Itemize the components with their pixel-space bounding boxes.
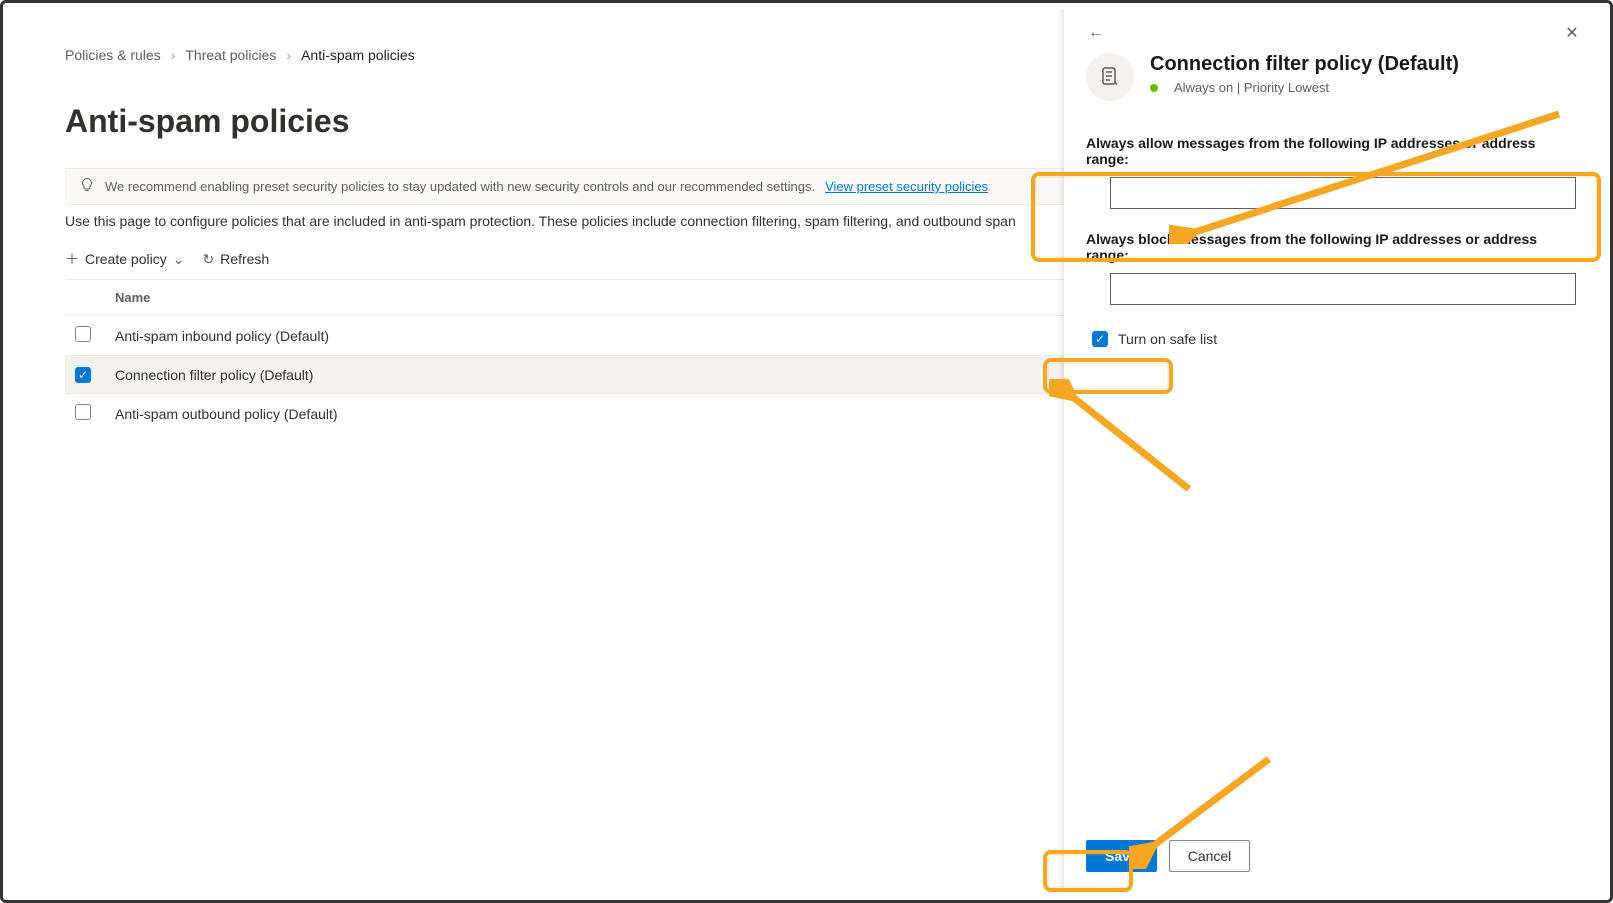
policy-name: Connection filter policy (Default) [115,367,1158,383]
create-policy-button[interactable]: ＋ Create policy ⌄ [65,249,184,269]
refresh-label: Refresh [220,251,269,267]
create-policy-label: Create policy [85,251,167,267]
flyout-subtitle: Always on | Priority Lowest [1150,80,1459,95]
refresh-icon: ↻ [202,251,214,268]
allow-list-label: Always allow messages from the following… [1086,135,1582,167]
breadcrumb-threat-policies[interactable]: Threat policies [185,47,276,63]
allow-list-input[interactable] [1110,177,1576,209]
safe-list-label: Turn on safe list [1118,331,1217,347]
breadcrumb-policies-rules[interactable]: Policies & rules [65,47,161,63]
row-checkbox[interactable] [75,326,91,342]
plus-icon: ＋ [65,249,79,269]
column-header-name[interactable]: Name [115,290,1158,305]
close-icon: ✕ [1565,23,1578,43]
policy-icon [1086,53,1134,101]
status-dot-icon [1150,84,1158,92]
row-checkbox[interactable] [75,367,91,383]
message-bar-link[interactable]: View preset security policies [825,179,988,194]
message-bar-text: We recommend enabling preset security po… [105,179,815,194]
cancel-button[interactable]: Cancel [1169,840,1251,872]
close-button[interactable]: ✕ [1558,19,1586,47]
breadcrumb-current: Anti-spam policies [301,47,415,63]
safe-list-checkbox[interactable] [1092,331,1108,347]
arrow-left-icon: ← [1088,24,1104,42]
policy-name: Anti-spam outbound policy (Default) [115,406,1158,422]
block-list-label: Always block messages from the following… [1086,231,1582,263]
row-checkbox[interactable] [75,404,91,420]
lightbulb-icon [79,177,95,196]
flyout-title: Connection filter policy (Default) [1150,53,1459,76]
block-list-input[interactable] [1110,273,1576,305]
chevron-down-icon: ⌄ [173,251,185,268]
policy-name: Anti-spam inbound policy (Default) [115,328,1158,344]
edit-flyout: ← ✕ Connection filter policy (Default) A… [1064,9,1604,894]
chevron-right-icon: › [171,47,176,63]
refresh-button[interactable]: ↻ Refresh [202,251,269,268]
chevron-right-icon: › [286,47,291,63]
back-button[interactable]: ← [1082,19,1110,47]
save-button[interactable]: Save [1086,840,1157,872]
